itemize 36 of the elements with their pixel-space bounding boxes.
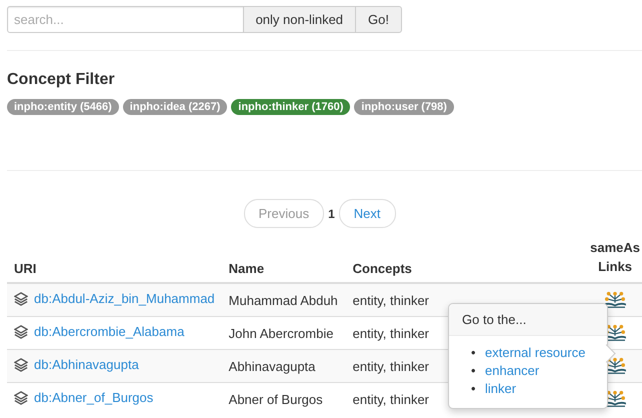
popover-title: Go to the... xyxy=(449,304,607,336)
uri-link[interactable]: db:Abner_of_Burgos xyxy=(34,390,154,406)
name-text: Muhammad Abduh xyxy=(228,292,338,308)
page-number: 1 xyxy=(328,206,335,220)
concepts-text: entity, thinker xyxy=(352,326,430,340)
popover-link[interactable]: enhancer xyxy=(485,363,540,378)
name-text: John Abercrombie xyxy=(228,326,334,340)
next-button[interactable]: Next xyxy=(338,199,396,228)
column-header: URI xyxy=(14,261,36,276)
search-button[interactable]: Go! xyxy=(355,6,402,33)
concept-tag[interactable]: inpho:entity (5466) xyxy=(7,99,119,115)
book-tree-icon[interactable] xyxy=(603,290,628,310)
search-field[interactable]: search... xyxy=(7,6,244,33)
popover-link[interactable]: linker xyxy=(485,381,516,396)
concepts-text: entity, thinker xyxy=(352,292,430,308)
layers-icon xyxy=(14,390,28,405)
column-header: Name xyxy=(228,261,264,276)
concept-tag[interactable]: inpho:user (798) xyxy=(354,99,454,115)
column-header: Concepts xyxy=(352,261,412,276)
bullet: • xyxy=(471,380,477,398)
search-button[interactable]: only non-linked xyxy=(242,6,356,33)
bullet: • xyxy=(471,362,477,380)
name-text: Abner of Burgos xyxy=(228,392,323,406)
concepts-text: entity, thinker xyxy=(352,358,430,374)
layers-icon xyxy=(14,324,28,339)
uri-link[interactable]: db:Abercrombie_Alabama xyxy=(34,324,184,340)
concept-tag[interactable]: inpho:idea (2267) xyxy=(122,99,228,115)
section-title: Concept Filter xyxy=(7,71,116,89)
layers-icon xyxy=(14,292,28,306)
column-header: sameAs Links xyxy=(590,240,640,274)
concept-tag[interactable]: inpho:thinker (1760) xyxy=(231,99,350,115)
name-text: Abhinavagupta xyxy=(228,358,316,374)
bullet: • xyxy=(471,344,477,362)
popover-link[interactable]: external resource xyxy=(485,345,586,360)
layers-icon xyxy=(14,358,28,372)
concepts-text: entity, thinker xyxy=(352,392,430,406)
